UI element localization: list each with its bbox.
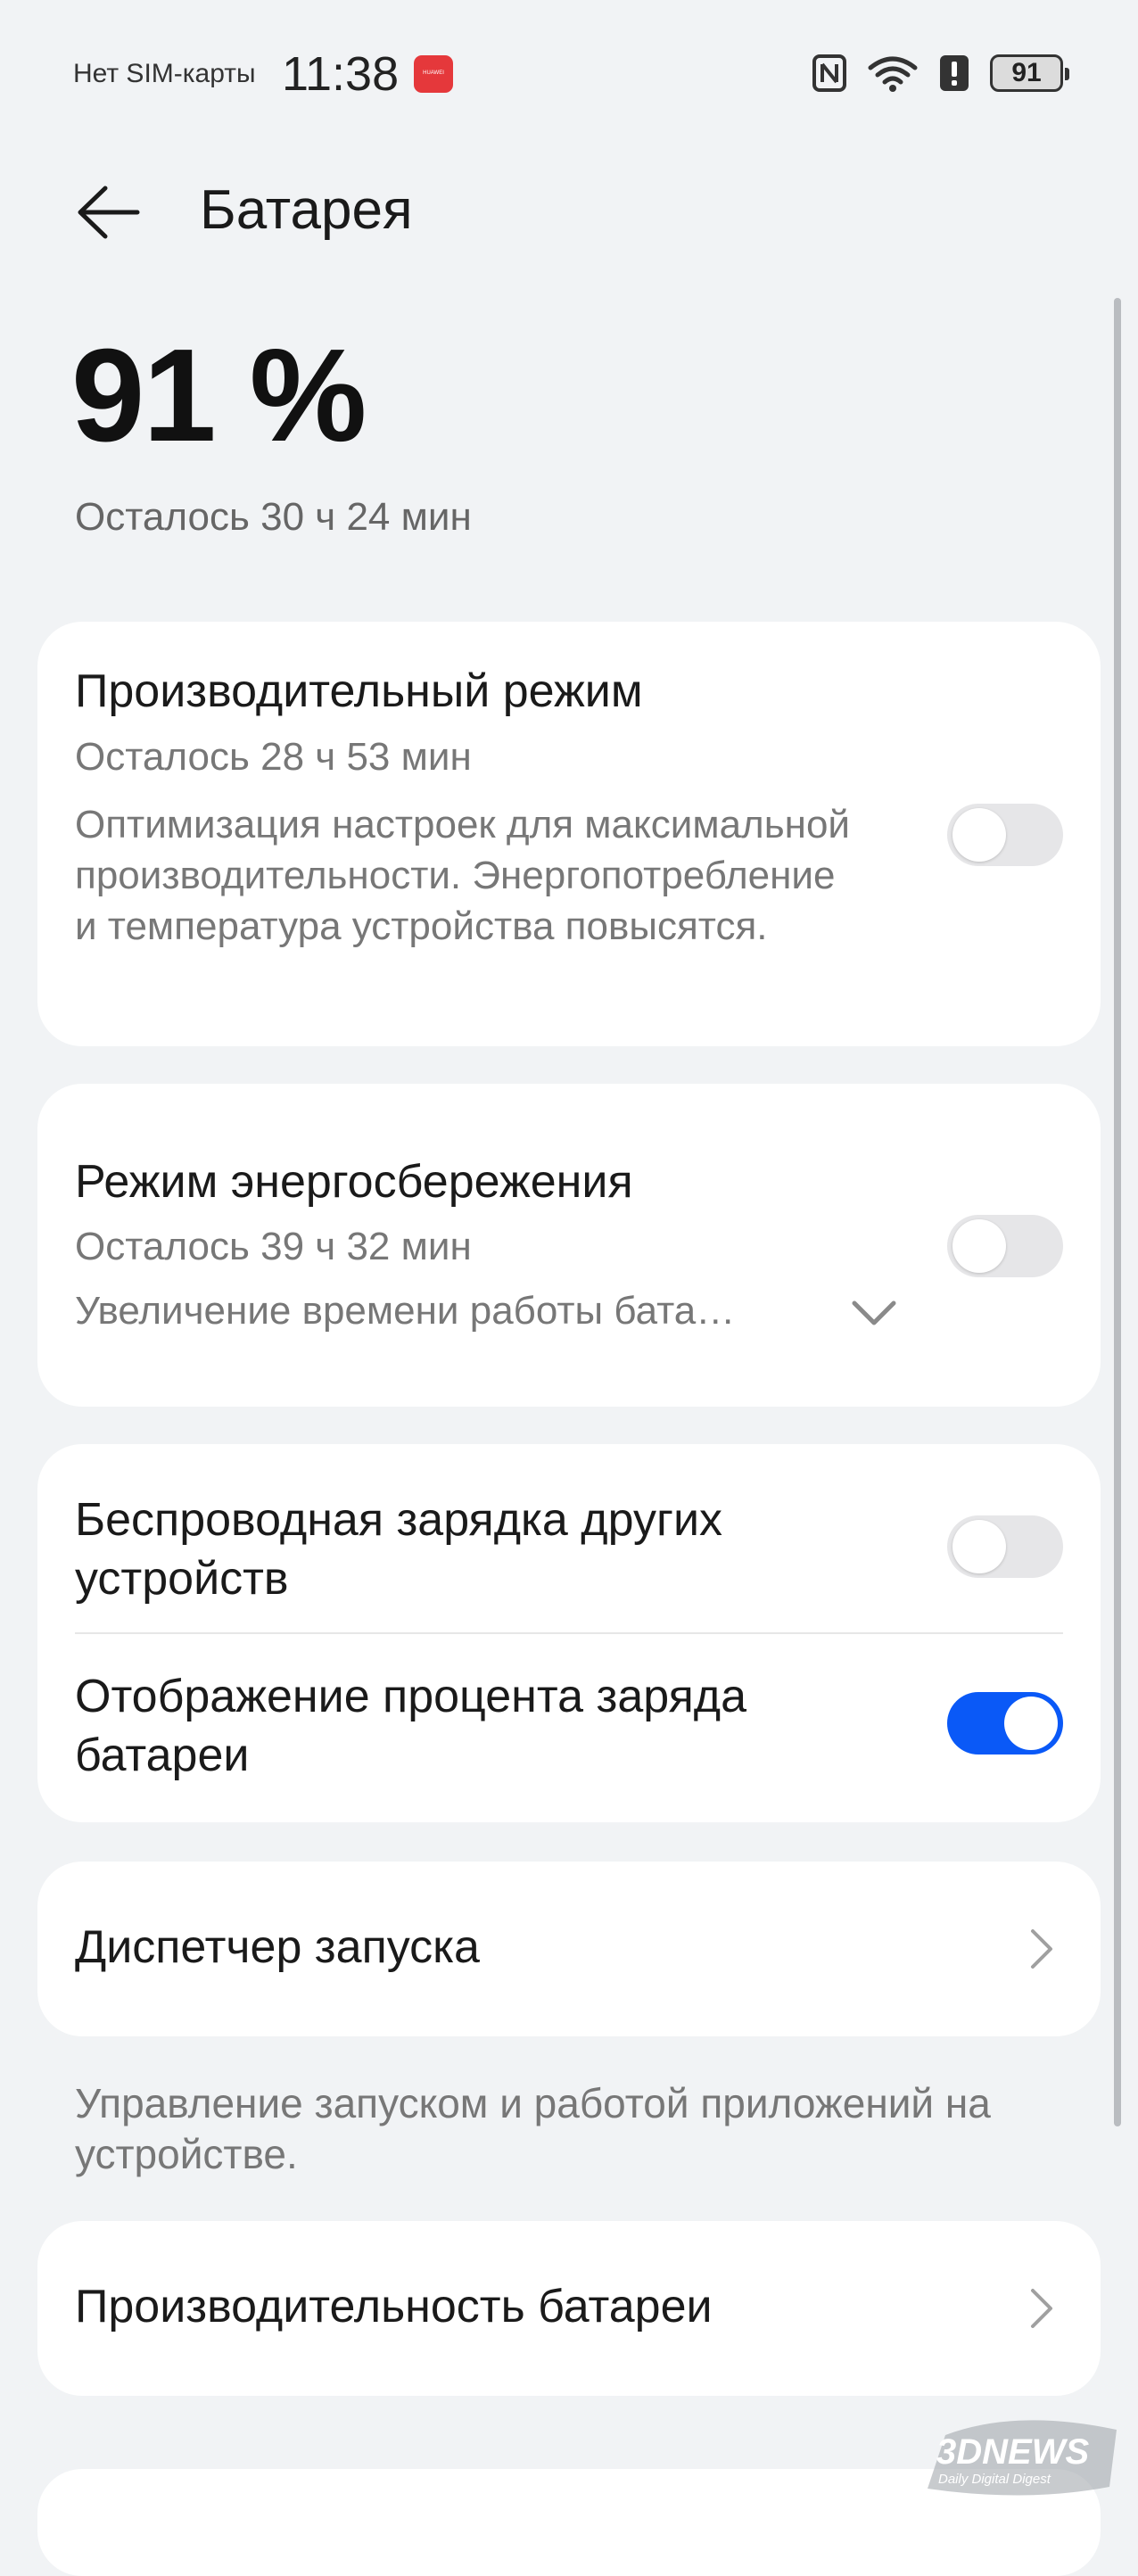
performance-mode-title: Производительный режим (75, 665, 643, 717)
wireless-charging-toggle[interactable] (947, 1515, 1063, 1578)
performance-mode-description: Оптимизация настроек для максимальной пр… (75, 803, 850, 948)
chevron-right-icon (1031, 1929, 1052, 1969)
toggle-knob (952, 808, 1006, 862)
carrier-label: Нет SIM-карты (73, 59, 256, 88)
chevron-right-icon (1031, 2289, 1052, 2328)
3dnews-logo: 3DNEWS Daily Digital Digest (928, 2420, 1117, 2496)
chevron-down-icon[interactable] (851, 1298, 897, 1328)
battery-percentage-title: Отображение процента заряда батареи (75, 1671, 747, 1781)
scrollbar[interactable] (1114, 298, 1121, 2126)
back-button[interactable] (73, 175, 153, 250)
status-bar: Нет SIM-карты 11:38 HUAWEI 91 (0, 0, 1138, 147)
toggle-knob (1004, 1697, 1058, 1750)
launch-manager-note: Управление запуском и работой приложений… (75, 2080, 991, 2177)
svg-text:Daily Digital Digest: Daily Digital Digest (938, 2472, 1051, 2487)
battery-percent: 91 % (71, 322, 367, 469)
battery-percentage-toggle[interactable] (947, 1692, 1063, 1754)
battery-icon: 91 (990, 54, 1069, 92)
power-saving-mode-title: Режим энергосбережения (75, 1156, 633, 1208)
battery-level-label: 91 (1011, 58, 1042, 87)
performance-mode-card[interactable]: Производительный режим Осталось 28 ч 53 … (37, 622, 1101, 1046)
power-saving-mode-description: Увеличение времени работы бата… (75, 1289, 736, 1333)
performance-mode-remaining: Осталось 28 ч 53 мин (75, 735, 472, 779)
divider (75, 1632, 1063, 1634)
charging-options-card: Беспроводная зарядка других устройств От… (37, 1444, 1101, 1822)
launch-manager-title: Диспетчер запуска (75, 1921, 480, 1973)
battery-performance-item[interactable]: Производительность батареи (37, 2221, 1101, 2396)
svg-text:3DNEWS: 3DNEWS (936, 2432, 1089, 2472)
wifi-icon (867, 54, 919, 93)
launch-manager-item[interactable]: Диспетчер запуска (37, 1862, 1101, 2036)
arrow-left-icon (78, 186, 140, 239)
power-saving-mode-remaining: Осталось 39 ч 32 мин (75, 1225, 472, 1268)
clock: 11:38 (282, 47, 400, 101)
toggle-knob (952, 1219, 1006, 1273)
power-saving-mode-toggle[interactable] (947, 1215, 1063, 1277)
huawei-app-icon: HUAWEI (414, 55, 453, 93)
page-title: Батарея (200, 179, 413, 241)
performance-mode-toggle[interactable] (947, 804, 1063, 866)
status-icons: 91 (812, 50, 1069, 96)
battery-performance-title: Производительность батареи (75, 2281, 713, 2332)
battery-remaining-time: Осталось 30 ч 24 мин (75, 495, 472, 539)
power-saving-mode-card[interactable]: Режим энергосбережения Осталось 39 ч 32 … (37, 1084, 1101, 1407)
alert-icon (938, 54, 970, 93)
huawei-app-icon-label: HUAWEI (423, 70, 444, 76)
nfc-icon (812, 54, 847, 93)
toggle-knob (952, 1520, 1006, 1573)
wireless-charging-title: Беспроводная зарядка других устройств (75, 1494, 722, 1605)
